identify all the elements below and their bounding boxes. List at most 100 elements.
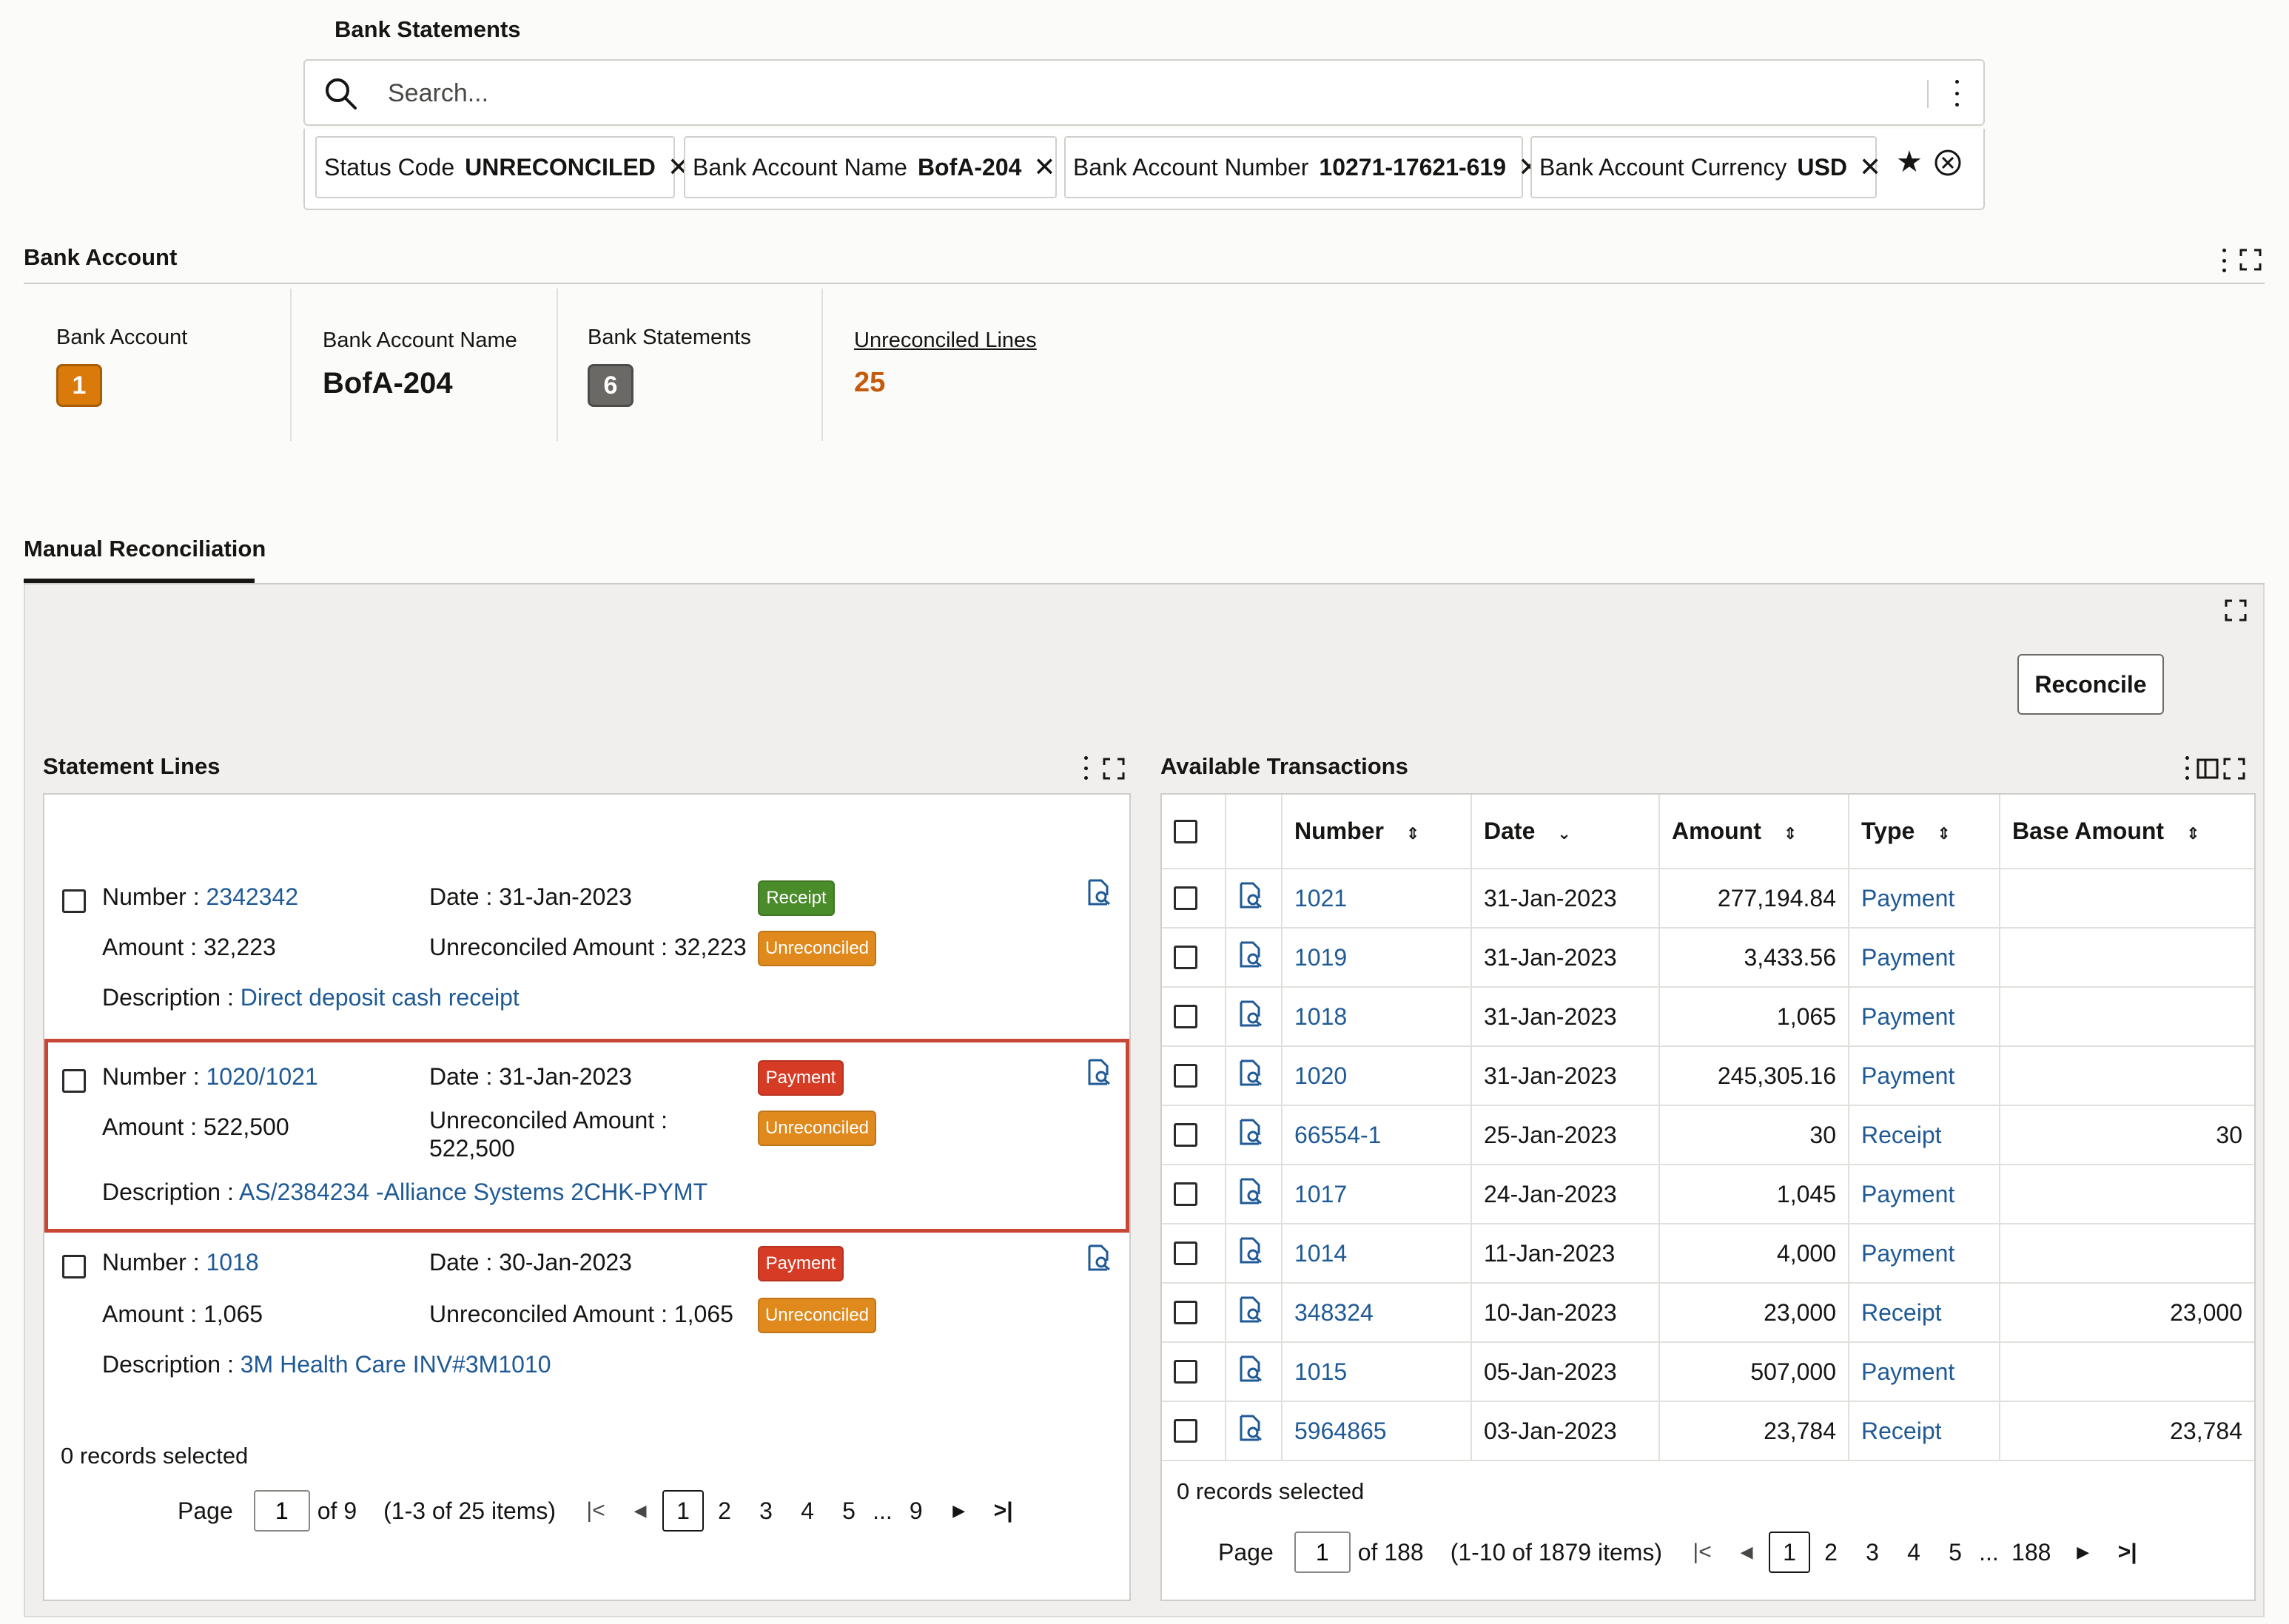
row-checkbox[interactable]	[1174, 1360, 1197, 1384]
table-row[interactable]: 1019 31-Jan-2023 3,433.56 Payment	[1162, 928, 2254, 988]
page-link[interactable]: 4	[787, 1490, 828, 1532]
transaction-number-link[interactable]: 1014	[1282, 1224, 1472, 1284]
view-document-icon[interactable]	[1238, 941, 1263, 968]
description-link[interactable]: AS/2384234 -Alliance Systems 2CHK-PYMT	[239, 1179, 707, 1205]
row-checkbox[interactable]	[1174, 1182, 1197, 1206]
last-page-icon[interactable]: >|	[981, 1490, 1026, 1532]
transaction-type-link[interactable]: Receipt	[1849, 1401, 2000, 1461]
row-checkbox[interactable]	[1174, 1241, 1197, 1265]
search-input[interactable]	[386, 73, 1792, 114]
sort-icon[interactable]: ⇕	[1406, 824, 1419, 843]
table-row[interactable]: 5964865 03-Jan-2023 23,784 Receipt 23,78…	[1162, 1401, 2254, 1461]
clear-all-filters-icon[interactable]	[1933, 148, 1963, 178]
view-document-icon[interactable]	[1238, 1237, 1263, 1264]
sort-icon[interactable]: ⇕	[1937, 824, 1950, 843]
statement-line-card[interactable]: Number : 2342342 Date : 31-Jan-2023 Rece…	[44, 869, 1129, 1043]
favorite-star-icon[interactable]: ★	[1896, 145, 1923, 179]
row-checkbox[interactable]	[1174, 1301, 1197, 1324]
expand-icon[interactable]	[2239, 249, 2262, 271]
number-link[interactable]: 1018	[206, 1249, 258, 1276]
transaction-type-link[interactable]: Payment	[1849, 1046, 2000, 1106]
page-link-last[interactable]: 9	[895, 1490, 937, 1532]
sort-icon[interactable]: ⇕	[1784, 824, 1797, 843]
sort-descending-icon[interactable]: ⌄	[1557, 824, 1570, 843]
transaction-type-link[interactable]: Payment	[1849, 1224, 2000, 1284]
page-link[interactable]: 5	[828, 1490, 870, 1532]
table-row[interactable]: 1020 31-Jan-2023 245,305.16 Payment	[1162, 1046, 2254, 1106]
statement-line-card[interactable]: Number : 1018 Date : 30-Jan-2023 Payment…	[44, 1236, 1129, 1406]
view-document-icon[interactable]	[1238, 1296, 1263, 1323]
page-link[interactable]: 2	[704, 1490, 745, 1532]
remove-filter-icon[interactable]: ✕	[1033, 154, 1055, 181]
row-checkbox[interactable]	[1174, 886, 1197, 910]
previous-page-icon[interactable]: ◀	[618, 1490, 662, 1532]
first-page-icon[interactable]: |<	[574, 1490, 618, 1532]
tab-manual-reconciliation[interactable]: Manual Reconciliation	[24, 536, 266, 562]
row-checkbox[interactable]	[1174, 1419, 1197, 1443]
transaction-number-link[interactable]: 66554-1	[1282, 1105, 1472, 1165]
sort-icon[interactable]: ⇕	[2186, 824, 2199, 843]
page-link-last[interactable]: 188	[2002, 1532, 2061, 1573]
table-row[interactable]: 1014 11-Jan-2023 4,000 Payment	[1162, 1224, 2254, 1284]
expand-icon[interactable]	[2225, 599, 2247, 621]
transaction-number-link[interactable]: 1018	[1282, 987, 1472, 1047]
transaction-type-link[interactable]: Payment	[1849, 1165, 2000, 1224]
page-link[interactable]: 4	[1893, 1532, 1935, 1573]
view-document-icon[interactable]	[1086, 879, 1112, 906]
view-document-icon[interactable]	[1238, 882, 1263, 909]
transaction-number-link[interactable]: 1019	[1282, 928, 1472, 988]
transactions-options-icon[interactable]	[2183, 756, 2191, 780]
view-document-icon[interactable]	[1238, 1059, 1263, 1086]
search-options-icon[interactable]	[1949, 80, 1964, 107]
previous-page-icon[interactable]: ◀	[1724, 1532, 1769, 1573]
transaction-type-link[interactable]: Payment	[1849, 869, 2000, 929]
column-header-number[interactable]: Number ⇕	[1282, 795, 1472, 869]
column-header-amount[interactable]: Amount ⇕	[1659, 795, 1849, 869]
transaction-number-link[interactable]: 1021	[1282, 869, 1472, 929]
transaction-type-link[interactable]: Payment	[1849, 928, 2000, 988]
expand-icon[interactable]	[2223, 758, 2245, 780]
row-checkbox[interactable]	[62, 1255, 86, 1278]
remove-filter-icon[interactable]: ✕	[1859, 154, 1881, 181]
transaction-number-link[interactable]: 1017	[1282, 1165, 1472, 1224]
page-link[interactable]: 2	[1810, 1532, 1852, 1573]
last-page-icon[interactable]: >|	[2105, 1532, 2150, 1573]
table-row[interactable]: 1015 05-Jan-2023 507,000 Payment	[1162, 1342, 2254, 1402]
select-all-checkbox[interactable]	[1174, 819, 1197, 843]
row-checkbox[interactable]	[62, 889, 86, 913]
column-header-base-amount[interactable]: Base Amount ⇕	[2000, 795, 2254, 869]
transaction-number-link[interactable]: 1015	[1282, 1342, 1472, 1402]
row-checkbox[interactable]	[1174, 1123, 1197, 1147]
view-document-icon[interactable]	[1238, 1119, 1263, 1145]
transaction-number-link[interactable]: 1020	[1282, 1046, 1472, 1106]
view-document-icon[interactable]	[1238, 1000, 1263, 1027]
view-document-icon[interactable]	[1238, 1178, 1263, 1204]
table-row[interactable]: 66554-1 25-Jan-2023 30 Receipt 30	[1162, 1105, 2254, 1165]
page-link[interactable]: 1	[662, 1490, 705, 1532]
reconcile-button[interactable]: Reconcile	[2017, 654, 2164, 715]
table-row[interactable]: 1018 31-Jan-2023 1,065 Payment	[1162, 987, 2254, 1047]
row-checkbox[interactable]	[1174, 1064, 1197, 1088]
page-link[interactable]: 3	[1852, 1532, 1893, 1573]
transaction-type-link[interactable]: Receipt	[1849, 1105, 2000, 1165]
transaction-type-link[interactable]: Payment	[1849, 1342, 2000, 1402]
table-row[interactable]: 1021 31-Jan-2023 277,194.84 Payment	[1162, 869, 2254, 929]
table-row[interactable]: 1017 24-Jan-2023 1,045 Payment	[1162, 1165, 2254, 1224]
statement-line-card-selected[interactable]: Number : 1020/1021 Date : 31-Jan-2023 Pa…	[44, 1039, 1129, 1233]
description-link[interactable]: Direct deposit cash receipt	[241, 984, 520, 1011]
table-row[interactable]: 348324 10-Jan-2023 23,000 Receipt 23,000	[1162, 1283, 2254, 1343]
metric-unreconciled-lines-link[interactable]: Unreconciled Lines	[854, 328, 1037, 353]
section-options-icon[interactable]	[2220, 249, 2228, 272]
view-document-icon[interactable]	[1238, 1415, 1263, 1441]
expand-icon[interactable]	[1103, 758, 1125, 780]
column-header-date[interactable]: Date ⌄	[1471, 795, 1660, 869]
column-header-type[interactable]: Type ⇕	[1849, 795, 2000, 869]
next-page-icon[interactable]: ▶	[2061, 1532, 2105, 1573]
view-document-icon[interactable]	[1086, 1059, 1112, 1085]
next-page-icon[interactable]: ▶	[937, 1490, 981, 1532]
transaction-type-link[interactable]: Payment	[1849, 987, 2000, 1047]
number-link[interactable]: 2342342	[206, 883, 298, 910]
page-number-input[interactable]	[1294, 1532, 1351, 1573]
first-page-icon[interactable]: |<	[1680, 1532, 1724, 1573]
number-link[interactable]: 1020/1021	[206, 1063, 317, 1090]
